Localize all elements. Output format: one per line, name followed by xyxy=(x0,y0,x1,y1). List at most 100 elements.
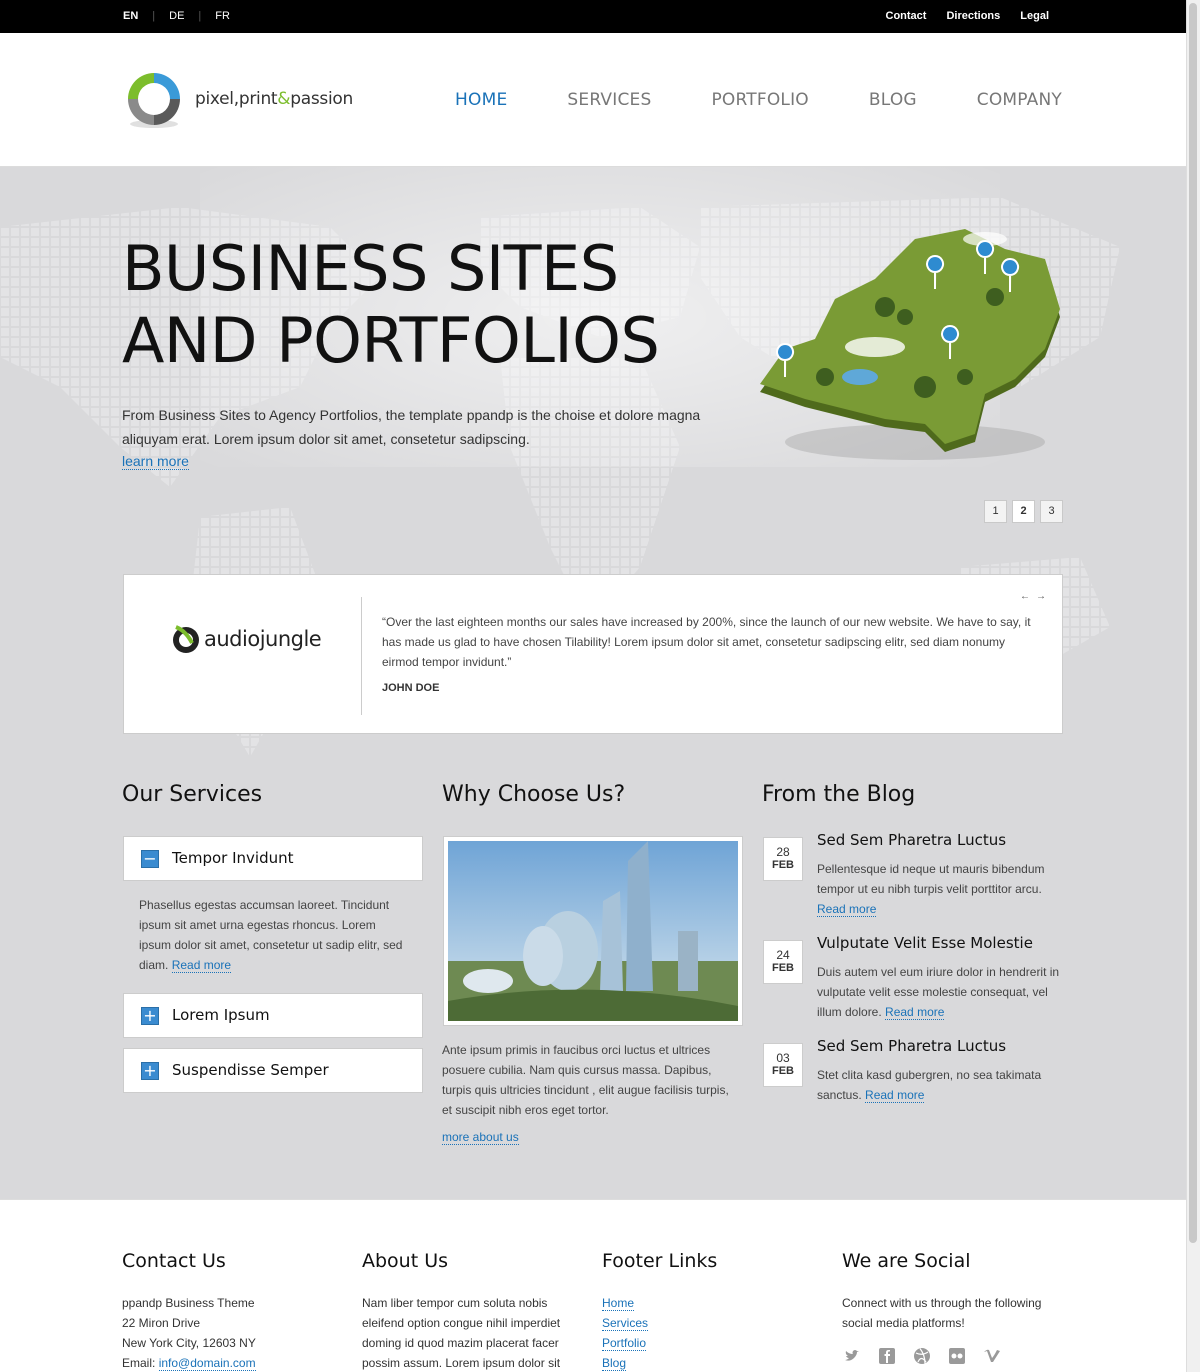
nav-home[interactable]: HOME xyxy=(455,90,507,110)
hero-page-2[interactable]: 2 xyxy=(1012,500,1035,523)
accordion-label: Lorem Ipsum xyxy=(172,1006,270,1024)
footer-contact-title: Contact Us xyxy=(122,1250,226,1272)
hero-learn-more-link[interactable]: learn more xyxy=(122,453,189,470)
accordion-item-3[interactable]: + Suspendisse Semper xyxy=(123,1048,423,1093)
nav-portfolio[interactable]: PORTFOLIO xyxy=(711,90,808,110)
hero-page-1[interactable]: 1 xyxy=(984,500,1007,523)
post-read-more-link[interactable]: Read more xyxy=(865,1088,925,1103)
post-excerpt: Stet clita kasd gubergren, no sea takima… xyxy=(817,1065,1065,1105)
post-day: 28 xyxy=(776,845,790,859)
testimonial-nav: ← → xyxy=(1020,591,1046,602)
contact-line: ppandp Business Theme xyxy=(122,1296,255,1310)
nav-services[interactable]: SERVICES xyxy=(567,90,651,110)
page-scrollbar[interactable] xyxy=(1186,0,1200,1372)
post-excerpt: Duis autem vel eum iriure dolor in hendr… xyxy=(817,962,1065,1022)
city-building-image xyxy=(448,841,738,1021)
contact-email-label: Email: xyxy=(122,1356,159,1370)
site-footer: Contact Us ppandp Business Theme 22 Miro… xyxy=(0,1199,1186,1372)
footer-link-services[interactable]: Services xyxy=(602,1316,649,1331)
expand-icon: + xyxy=(141,1062,159,1080)
language-fr[interactable]: FR xyxy=(215,10,230,22)
post-read-more-link[interactable]: Read more xyxy=(885,1005,945,1020)
post-day: 03 xyxy=(776,1051,790,1065)
twitter-icon[interactable] xyxy=(843,1347,861,1365)
next-arrow-icon[interactable]: → xyxy=(1036,591,1046,602)
dribbble-icon[interactable] xyxy=(913,1347,931,1365)
hero-pager: 1 2 3 xyxy=(984,500,1063,523)
top-link-directions[interactable]: Directions xyxy=(946,10,1000,22)
collapse-icon: − xyxy=(141,850,159,868)
site-header: pixel,print&passion HOME SERVICES PORTFO… xyxy=(0,33,1186,167)
post-excerpt-text: Pellentesque id neque ut mauris bibendum… xyxy=(817,862,1045,896)
prev-arrow-icon[interactable]: ← xyxy=(1020,591,1030,602)
site-logo[interactable]: pixel,print&passion xyxy=(123,68,353,130)
testimonial-author: JOHN DOE xyxy=(382,682,440,694)
client-logo: audiojungle xyxy=(172,623,322,655)
scrollbar-thumb[interactable] xyxy=(1189,3,1197,1243)
post-month: FEB xyxy=(772,962,794,974)
footer-about-text: Nam liber tempor cum soluta nobis eleife… xyxy=(362,1296,561,1370)
main-content: BUSINESS SITES AND PORTFOLIOS From Busin… xyxy=(0,167,1186,1199)
post-month: FEB xyxy=(772,1065,794,1077)
logo-ampersand: & xyxy=(277,89,291,109)
top-link-contact[interactable]: Contact xyxy=(886,10,927,22)
flickr-icon[interactable] xyxy=(948,1347,966,1365)
contact-line: 22 Miron Drive xyxy=(122,1316,201,1330)
blog-title: From the Blog xyxy=(762,782,916,807)
post-title[interactable]: Vulputate Velit Esse Molestie xyxy=(817,934,1077,952)
expand-icon: + xyxy=(141,1007,159,1025)
logo-text-part2: passion xyxy=(290,89,353,109)
footer-link-blog[interactable]: Blog xyxy=(602,1356,627,1371)
hero-title-line1: BUSINESS SITES xyxy=(122,232,619,305)
post-title[interactable]: Sed Sem Pharetra Luctus xyxy=(817,1037,1077,1055)
accordion-item-2[interactable]: + Lorem Ipsum xyxy=(123,993,423,1038)
footer-link-home[interactable]: Home xyxy=(602,1296,635,1311)
top-bar: EN | DE | FR Contact Directions Legal xyxy=(0,0,1186,33)
contact-email-link[interactable]: info@domain.com xyxy=(158,1356,256,1371)
post-title[interactable]: Sed Sem Pharetra Luctus xyxy=(817,831,1077,849)
vimeo-icon[interactable] xyxy=(983,1347,1001,1365)
top-link-legal[interactable]: Legal xyxy=(1020,10,1049,22)
post-date: 24 FEB xyxy=(763,940,803,984)
accordion-body-text: Phasellus egestas accumsan laoreet. Tinc… xyxy=(139,895,409,975)
services-title: Our Services xyxy=(122,782,263,807)
footer-social-title: We are Social xyxy=(842,1250,971,1272)
language-separator: | xyxy=(152,10,156,22)
footer-link-portfolio[interactable]: Portfolio xyxy=(602,1336,647,1351)
why-title: Why Choose Us? xyxy=(442,782,626,807)
main-nav: HOME SERVICES PORTFOLIO BLOG COMPANY xyxy=(455,90,1062,110)
post-month: FEB xyxy=(772,859,794,871)
post-date: 28 FEB xyxy=(763,837,803,881)
language-switcher: EN | DE | FR xyxy=(123,10,230,22)
hero-title: BUSINESS SITES AND PORTFOLIOS xyxy=(122,232,660,377)
logo-text-part1: pixel,print xyxy=(195,89,278,109)
more-about-us-link[interactable]: more about us xyxy=(442,1130,519,1145)
post-excerpt-text: Stet clita kasd gubergren, no sea takima… xyxy=(817,1068,1042,1102)
services-read-more-link[interactable]: Read more xyxy=(171,958,232,973)
contact-email-row: Email: info@domain.com xyxy=(122,1353,342,1372)
why-text: Ante ipsum primis in faucibus orci luctu… xyxy=(442,1043,729,1117)
language-de[interactable]: DE xyxy=(169,10,184,22)
hero-map-image xyxy=(760,229,1060,460)
facebook-icon[interactable] xyxy=(878,1347,896,1365)
audiojungle-icon xyxy=(173,625,199,653)
nav-company[interactable]: COMPANY xyxy=(977,90,1062,110)
post-date: 03 FEB xyxy=(763,1043,803,1087)
testimonial-divider xyxy=(361,597,362,715)
testimonial-box: audiojungle “Over the last eighteen mont… xyxy=(123,574,1063,734)
footer-links-title: Footer Links xyxy=(602,1250,718,1272)
hero-page-3[interactable]: 3 xyxy=(1040,500,1063,523)
contact-line: New York City, 12603 NY xyxy=(122,1336,256,1350)
post-read-more-link[interactable]: Read more xyxy=(817,902,877,917)
footer-about-title: About Us xyxy=(362,1250,449,1272)
hero-text: From Business Sites to Agency Portfolios… xyxy=(122,407,701,447)
why-image xyxy=(443,836,743,1026)
testimonial-quote: “Over the last eighteen months our sales… xyxy=(382,615,1031,669)
language-separator: | xyxy=(198,10,202,22)
post-excerpt: Pellentesque id neque ut mauris bibendum… xyxy=(817,859,1065,919)
accordion-item-1[interactable]: − Tempor Invidunt xyxy=(123,836,423,881)
nav-blog[interactable]: BLOG xyxy=(869,90,917,110)
accordion-label: Tempor Invidunt xyxy=(172,849,294,867)
language-en[interactable]: EN xyxy=(123,10,138,22)
footer-contact-info: ppandp Business Theme 22 Miron Drive New… xyxy=(122,1293,342,1372)
